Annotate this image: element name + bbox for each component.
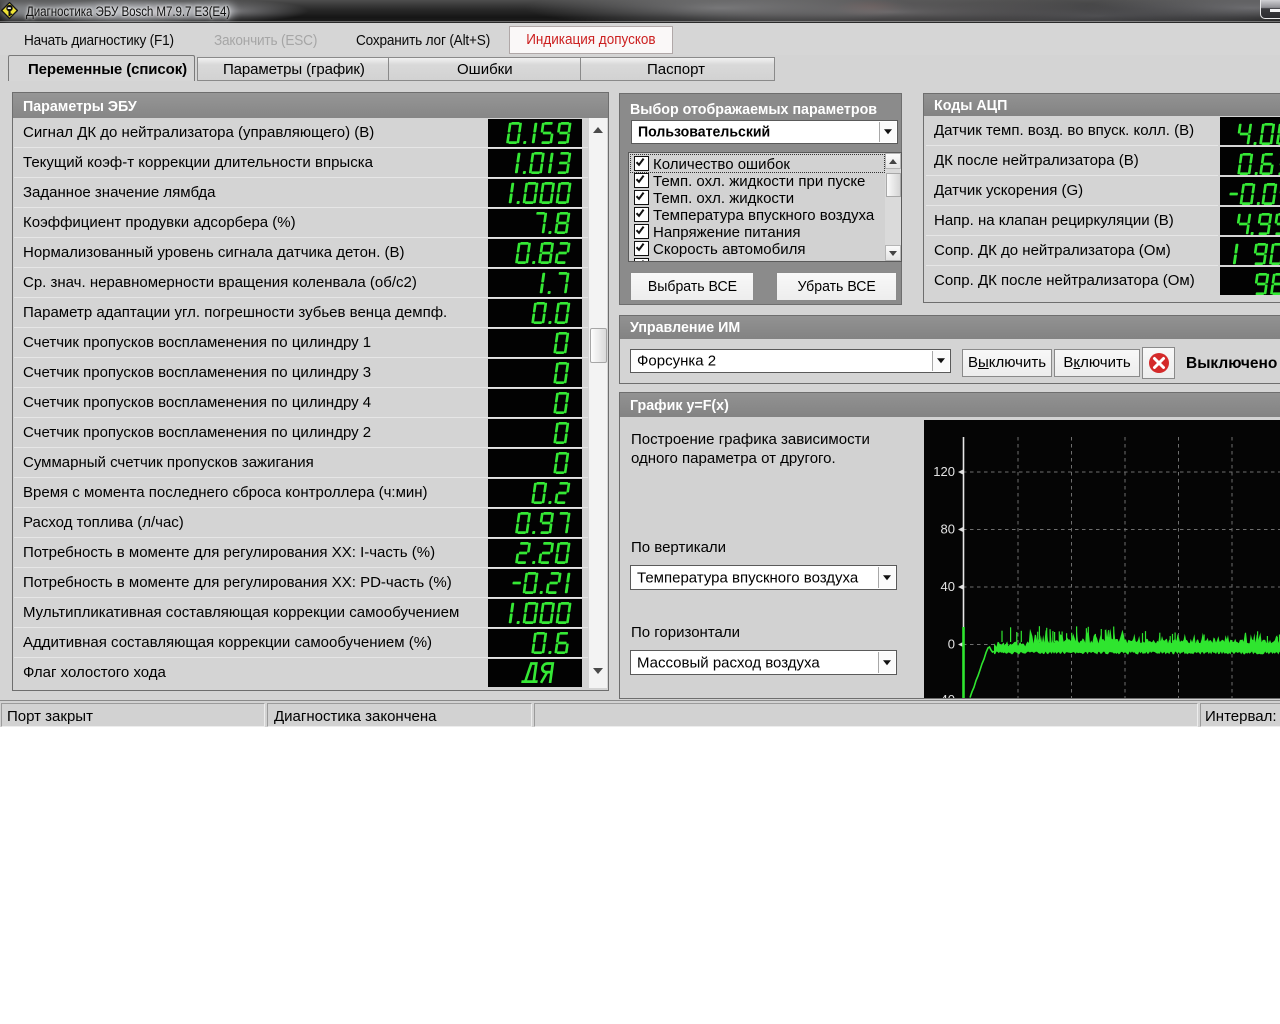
svg-text:0: 0 — [948, 637, 955, 652]
svg-text:40: 40 — [941, 579, 955, 594]
svg-text:-40: -40 — [936, 692, 955, 698]
svg-text:120: 120 — [933, 464, 955, 479]
svg-text:80: 80 — [941, 522, 955, 537]
